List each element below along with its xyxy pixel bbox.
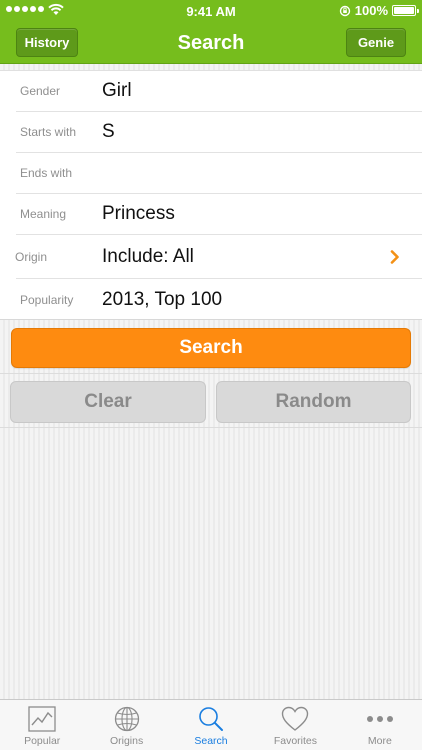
popularity-label: Popularity	[20, 292, 74, 307]
status-right: 100%	[339, 3, 419, 18]
starts-with-field[interactable]: S	[102, 112, 115, 152]
gender-row[interactable]: Gender Girl	[16, 71, 422, 112]
tab-more[interactable]: More	[338, 700, 422, 750]
origin-label: Origin	[15, 249, 48, 264]
tab-label: Origins	[109, 735, 144, 747]
ends-with-row[interactable]: Ends with	[16, 153, 422, 194]
globe-icon	[114, 705, 140, 733]
navigation-header: 9:41 AM 100% History Search Genie	[0, 0, 422, 64]
gender-label: Gender	[20, 84, 61, 98]
tab-label: Popular	[24, 735, 61, 747]
battery-icon	[392, 5, 419, 16]
tab-label: Favorites	[273, 735, 318, 747]
tab-popular[interactable]: Popular	[0, 700, 84, 750]
popularity-row[interactable]: Popularity 2013, Top 100	[16, 279, 422, 320]
starts-with-label: Starts with	[20, 125, 77, 139]
orientation-lock-icon	[339, 5, 350, 16]
section-divider	[0, 373, 422, 374]
meaning-field[interactable]: Princess	[102, 194, 175, 234]
meaning-row[interactable]: Meaning Princess	[16, 194, 422, 235]
status-bar: 9:41 AM 100%	[0, 0, 422, 22]
tab-favorites[interactable]: Favorites	[253, 700, 337, 750]
meaning-label: Meaning	[20, 207, 67, 221]
search-icon	[198, 705, 224, 733]
more-icon	[366, 705, 394, 733]
search-button[interactable]: Search	[11, 328, 411, 368]
starts-with-row[interactable]: Starts with S	[16, 112, 422, 153]
tab-origins[interactable]: Origins	[84, 700, 168, 750]
origin-row[interactable]: Origin Include: All	[15, 235, 422, 279]
battery-percentage: 100%	[354, 3, 388, 18]
section-divider	[0, 427, 422, 428]
chart-icon	[28, 705, 56, 733]
clear-button[interactable]: Clear	[10, 381, 206, 423]
tab-label: Search	[194, 735, 228, 747]
gender-value[interactable]: Girl	[102, 71, 132, 111]
heart-icon	[281, 705, 309, 733]
search-form: Gender Girl Starts with S Ends with Mean…	[0, 70, 422, 320]
ends-with-label: Ends with	[20, 166, 73, 180]
origin-value[interactable]: Include: All	[102, 235, 194, 278]
tab-bar: Popular Origins Search Favorites More	[0, 699, 422, 750]
tab-search[interactable]: Search	[169, 700, 253, 750]
popularity-value[interactable]: 2013, Top 100	[102, 279, 222, 320]
random-button[interactable]: Random	[216, 381, 411, 423]
tab-label: More	[367, 735, 392, 747]
chevron-right-icon[interactable]	[390, 235, 400, 278]
genie-button[interactable]: Genie	[346, 28, 406, 57]
